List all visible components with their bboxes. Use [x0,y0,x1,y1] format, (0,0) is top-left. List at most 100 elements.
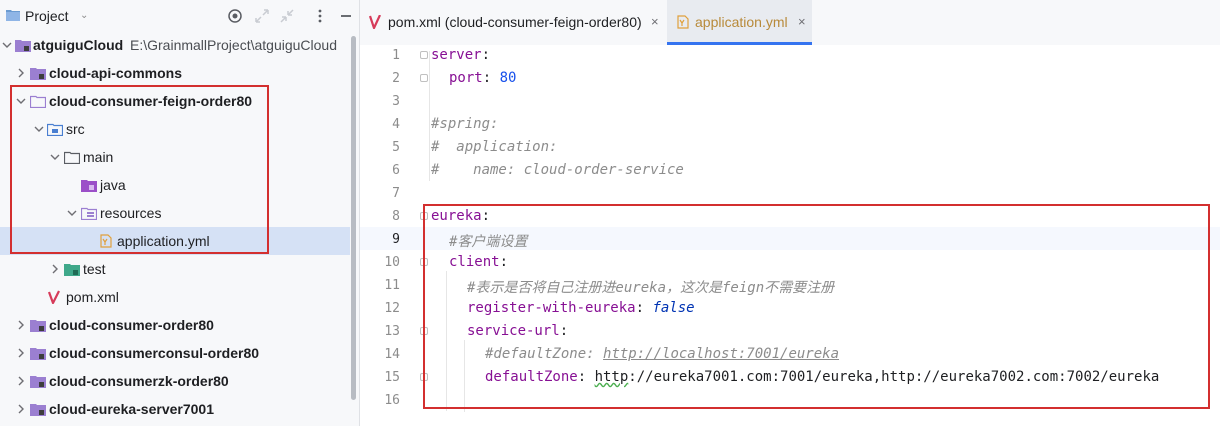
tree-item-label: java [100,177,126,193]
code-line-12: register-with-eureka: false [467,300,695,316]
indent-guide [446,271,447,411]
chevron-down-icon[interactable] [50,152,60,162]
chevron-down-icon[interactable] [2,40,12,50]
tree-item-label: pom.xml [66,289,119,305]
yaml-punct: : [559,323,569,339]
tree-item-resources[interactable]: resources [0,199,350,227]
tree-item-cloud-eureka-server7001[interactable]: cloud-eureka-server7001 [0,395,350,423]
tree-item-cloud-consumer-order80[interactable]: cloud-consumer-order80 [0,311,350,339]
more-options-icon[interactable] [311,7,329,25]
module-folder-icon [30,68,46,80]
yaml-punct: : [481,47,491,63]
code-line-8: eureka: [431,208,490,224]
tree-item-label: cloud-consumer-feign-order80 [49,93,253,109]
line-number: 12 [384,301,400,316]
project-panel-title[interactable]: Project [25,8,69,24]
tree-item-path: E:\GrainmallProject\atguiguCloud [130,37,337,53]
tree-item-label: cloud-consumerconsul-order80 [49,345,260,361]
collapse-all-icon[interactable] [278,7,296,25]
line-number: 4 [392,117,400,132]
yaml-value: false [652,300,695,316]
chevron-right-icon[interactable] [16,348,26,358]
code-editor[interactable]: 1 2 3 4 5 6 7 8 9 10 11 12 13 14 15 16 s… [360,45,1220,426]
line-number: 11 [384,278,400,293]
module-folder-icon [30,320,46,332]
sidebar-scrollbar[interactable] [351,36,356,400]
tab-label: application.yml [695,14,788,30]
tab-pom-xml[interactable]: pom.xml (cloud-consumer-feign-order80) × [360,0,665,45]
maven-icon [47,290,60,304]
tab-application-yml[interactable]: application.yml × [667,0,812,45]
chevron-down-icon[interactable]: ⌄ [80,10,88,21]
tree-item-label: main [83,149,114,165]
comment-text: #defaultZone: [485,346,604,362]
tree-item-label: cloud-consumerzk-order80 [49,373,229,389]
module-folder-icon [30,404,46,416]
yaml-punct: : [482,70,500,86]
tree-item-java[interactable]: java [0,171,350,199]
fold-marker-icon[interactable] [420,74,428,82]
chevron-right-icon[interactable] [16,376,26,386]
locate-icon[interactable] [226,7,244,25]
fold-marker-icon[interactable] [420,258,428,266]
line-number: 6 [392,163,400,178]
java-folder-icon [81,180,97,192]
fold-marker-icon[interactable] [420,373,428,381]
tree-item-main[interactable]: main [0,143,350,171]
chevron-right-icon[interactable] [16,320,26,330]
tree-item-cloud-api-commons[interactable]: cloud-api-commons [0,59,350,87]
code-line-13: service-url: [467,323,568,339]
chevron-down-icon[interactable] [67,208,77,218]
fold-marker-icon[interactable] [420,327,428,335]
code-line-2: port: 80 [449,70,516,86]
yaml-key: defaultZone [485,369,578,385]
expand-all-icon[interactable] [253,7,271,25]
close-icon[interactable]: × [651,14,659,29]
tree-item-label: src [66,121,85,137]
tree-item-src[interactable]: src [0,115,350,143]
maven-icon [369,15,381,29]
line-number: 14 [384,347,400,362]
chevron-right-icon[interactable] [16,404,26,414]
yaml-key: register-with-eureka [467,300,636,316]
module-folder-icon [15,40,31,52]
line-number: 8 [392,209,400,224]
code-line-11: #表示是否将自己注册进eureka，这次是feign不需要注册 [467,280,835,296]
line-number: 13 [384,324,400,339]
module-folder-icon [30,95,46,108]
yaml-key: port [449,70,483,86]
yaml-value-spellcheck: http [594,369,629,385]
comment-link[interactable]: http://localhost:7001/eureka [603,346,839,362]
line-number: 15 [384,370,400,385]
chevron-right-icon[interactable] [50,264,60,274]
code-line-6: # name: cloud-order-service [431,162,684,178]
chevron-down-icon[interactable] [16,96,26,106]
tree-item-label: application.yml [117,233,210,249]
test-folder-icon [64,264,80,276]
yaml-punct: : [481,208,491,224]
tree-item-root[interactable]: atguiguCloud E:\GrainmallProject\atguigu… [0,31,350,59]
code-line-14: #defaultZone: http://localhost:7001/eure… [485,346,839,362]
yaml-punct: : [499,254,509,270]
tree-item-pom-xml[interactable]: pom.xml [0,283,350,311]
tree-item-test[interactable]: test [0,255,350,283]
close-icon[interactable]: × [798,14,806,29]
fold-marker-icon[interactable] [420,212,428,220]
source-folder-icon [47,123,63,136]
yaml-key: client [449,254,500,270]
yaml-file-icon [677,15,689,29]
tree-item-cloud-consumerconsul-order80[interactable]: cloud-consumerconsul-order80 [0,339,350,367]
fold-marker-icon[interactable] [420,51,428,59]
yaml-file-icon [100,234,112,248]
chevron-down-icon[interactable] [34,124,44,134]
project-panel-header: Project ⌄ [0,0,359,32]
tree-item-application-yml[interactable]: application.yml [0,227,350,255]
tree-item-cloud-consumer-feign-order80[interactable]: cloud-consumer-feign-order80 [0,87,350,115]
line-number: 9 [392,232,400,247]
tree-item-cloud-consumerzk-order80[interactable]: cloud-consumerzk-order80 [0,367,350,395]
chevron-right-icon[interactable] [16,68,26,78]
hide-panel-icon[interactable] [337,7,355,25]
code-line-15: defaultZone: http://eureka7001.com:7001/… [485,369,1159,385]
yaml-punct: : [577,369,595,385]
module-folder-icon [30,376,46,388]
